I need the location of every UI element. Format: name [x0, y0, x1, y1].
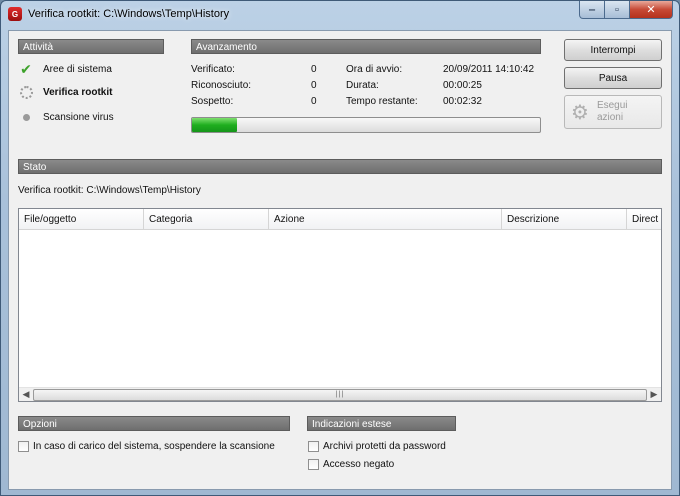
pause-button[interactable]: Pausa	[564, 67, 662, 89]
duration-value: 00:00:25	[443, 80, 482, 91]
stop-button[interactable]: Interrompi	[564, 39, 662, 61]
activity-label: Scansione virus	[43, 111, 114, 123]
run-actions-label: Esegui azioni	[596, 100, 628, 123]
minimize-button[interactable]: ‒	[579, 1, 605, 19]
pause-on-load-label: In caso di carico del sistema, sospender…	[33, 441, 275, 452]
activity-item-system-areas: ✔ Aree di sistema	[19, 60, 112, 77]
column-header-description[interactable]: Descrizione	[502, 209, 627, 230]
scrollbar-thumb[interactable]: |||	[33, 388, 647, 401]
close-button[interactable]: ✕	[630, 1, 673, 19]
status-header: Stato	[18, 159, 662, 174]
access-denied-label: Accesso negato	[323, 459, 395, 470]
activity-item-rootkit: Verifica rootkit	[19, 85, 112, 99]
password-archives-label: Archivi protetti da password	[323, 441, 446, 452]
window-controls: ‒ ▫ ✕	[579, 1, 673, 19]
options-header: Opzioni	[18, 416, 290, 431]
extended-header: Indicazioni estese	[307, 416, 456, 431]
scroll-right-icon[interactable]: ▶	[647, 388, 661, 402]
start-time-label: Ora di avvio:	[346, 64, 403, 75]
suspicious-label: Sospetto:	[191, 96, 234, 107]
column-header-action[interactable]: Azione	[269, 209, 502, 230]
gears-icon: ⚙	[571, 101, 589, 124]
verified-value: 0	[311, 64, 317, 75]
column-header-category[interactable]: Categoria	[144, 209, 269, 230]
pause-on-load-checkbox[interactable]	[18, 441, 29, 452]
progress-header: Avanzamento	[191, 39, 541, 54]
app-window: G Verifica rootkit: C:\Windows\Temp\Hist…	[0, 0, 680, 496]
activity-label: Aree di sistema	[43, 63, 112, 75]
recognized-value: 0	[311, 80, 317, 91]
column-header-direct[interactable]: Direct	[627, 209, 661, 230]
duration-label: Durata:	[346, 80, 379, 91]
run-actions-button[interactable]: ⚙ Esegui azioni	[564, 95, 662, 129]
password-archives-checkbox[interactable]	[308, 441, 319, 452]
window-title: Verifica rootkit: C:\Windows\Temp\Histor…	[28, 8, 230, 20]
scroll-left-icon[interactable]: ◀	[19, 388, 33, 402]
results-table[interactable]: File/oggetto Categoria Azione Descrizion…	[18, 208, 662, 402]
password-archives-option[interactable]: Archivi protetti da password	[308, 441, 446, 452]
remaining-time-label: Tempo restante:	[346, 96, 418, 107]
activity-item-virus-scan: Scansione virus	[19, 110, 114, 124]
activities-header: Attività	[18, 39, 164, 54]
title-bar[interactable]: G Verifica rootkit: C:\Windows\Temp\Hist…	[1, 1, 679, 27]
status-text: Verifica rootkit: C:\Windows\Temp\Histor…	[18, 185, 201, 196]
checkmark-icon: ✔	[20, 60, 32, 77]
progress-fill	[192, 118, 238, 132]
column-header-file[interactable]: File/oggetto	[19, 209, 144, 230]
suspicious-value: 0	[311, 96, 317, 107]
remaining-time-value: 00:02:32	[443, 96, 482, 107]
shield-icon: G	[8, 7, 22, 21]
activity-label: Verifica rootkit	[43, 86, 113, 98]
start-time-value: 20/09/2011 14:10:42	[443, 64, 535, 75]
maximize-button[interactable]: ▫	[605, 1, 630, 19]
scrollbar-track[interactable]: |||	[33, 388, 647, 401]
verified-label: Verificato:	[191, 64, 235, 75]
table-header: File/oggetto Categoria Azione Descrizion…	[19, 209, 661, 230]
pause-on-load-option[interactable]: In caso di carico del sistema, sospender…	[18, 441, 275, 452]
spinner-icon	[19, 85, 33, 99]
dialog-client-area: Attività ✔ Aree di sistema Verifica root…	[8, 30, 672, 490]
recognized-label: Riconosciuto:	[191, 80, 252, 91]
dot-icon	[19, 110, 33, 124]
access-denied-checkbox[interactable]	[308, 459, 319, 470]
access-denied-option[interactable]: Accesso negato	[308, 459, 394, 470]
scan-progress-bar	[191, 117, 541, 133]
horizontal-scrollbar[interactable]: ◀ ||| ▶	[19, 387, 661, 401]
